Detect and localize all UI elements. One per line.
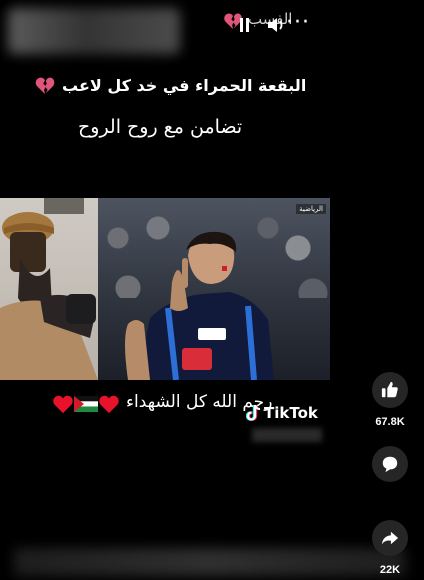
broken-heart-icon	[35, 77, 55, 95]
comment-button[interactable]	[372, 446, 408, 482]
like-count: 67.8K	[375, 416, 405, 428]
blurred-handle	[252, 428, 322, 442]
thumbs-up-icon	[381, 381, 398, 398]
comment-action[interactable]	[372, 446, 408, 482]
share-count: 22K	[379, 564, 401, 576]
share-arrow-icon	[381, 531, 399, 545]
red-heart-icon	[53, 395, 73, 414]
tiktok-brand: TikTok	[264, 404, 318, 422]
palestine-flag-icon	[74, 396, 98, 412]
like-button[interactable]	[372, 372, 408, 408]
elder-figure	[0, 198, 98, 380]
pause-icon[interactable]	[240, 18, 249, 32]
more-options-icon[interactable]: ···	[286, 12, 310, 34]
sound-icon[interactable]	[266, 16, 288, 34]
caption-line-2: تضامن مع روح الروح	[78, 116, 243, 138]
video-post: الفسب ··· البقعة الحمراء في خد كل لاعب ت…	[0, 0, 424, 580]
caption-line-1: البقعة الحمراء في خد كل لاعب	[62, 76, 307, 95]
share-button[interactable]	[372, 520, 408, 556]
player-figure	[125, 231, 274, 380]
video-left-clip	[0, 198, 98, 380]
share-action[interactable]: 22K	[372, 520, 408, 576]
caption-emoji-group	[52, 394, 120, 414]
tiktok-watermark: TikTok	[246, 404, 318, 422]
comment-icon	[382, 456, 398, 473]
video-frame[interactable]: الرياضية	[0, 198, 330, 380]
red-heart-icon	[99, 395, 119, 414]
like-action[interactable]: 67.8K	[372, 372, 408, 428]
blurred-account-name	[8, 8, 180, 54]
video-right-clip: الرياضية	[98, 198, 330, 380]
blurred-bottom-text	[14, 548, 406, 576]
tiktok-logo-icon	[246, 404, 261, 421]
